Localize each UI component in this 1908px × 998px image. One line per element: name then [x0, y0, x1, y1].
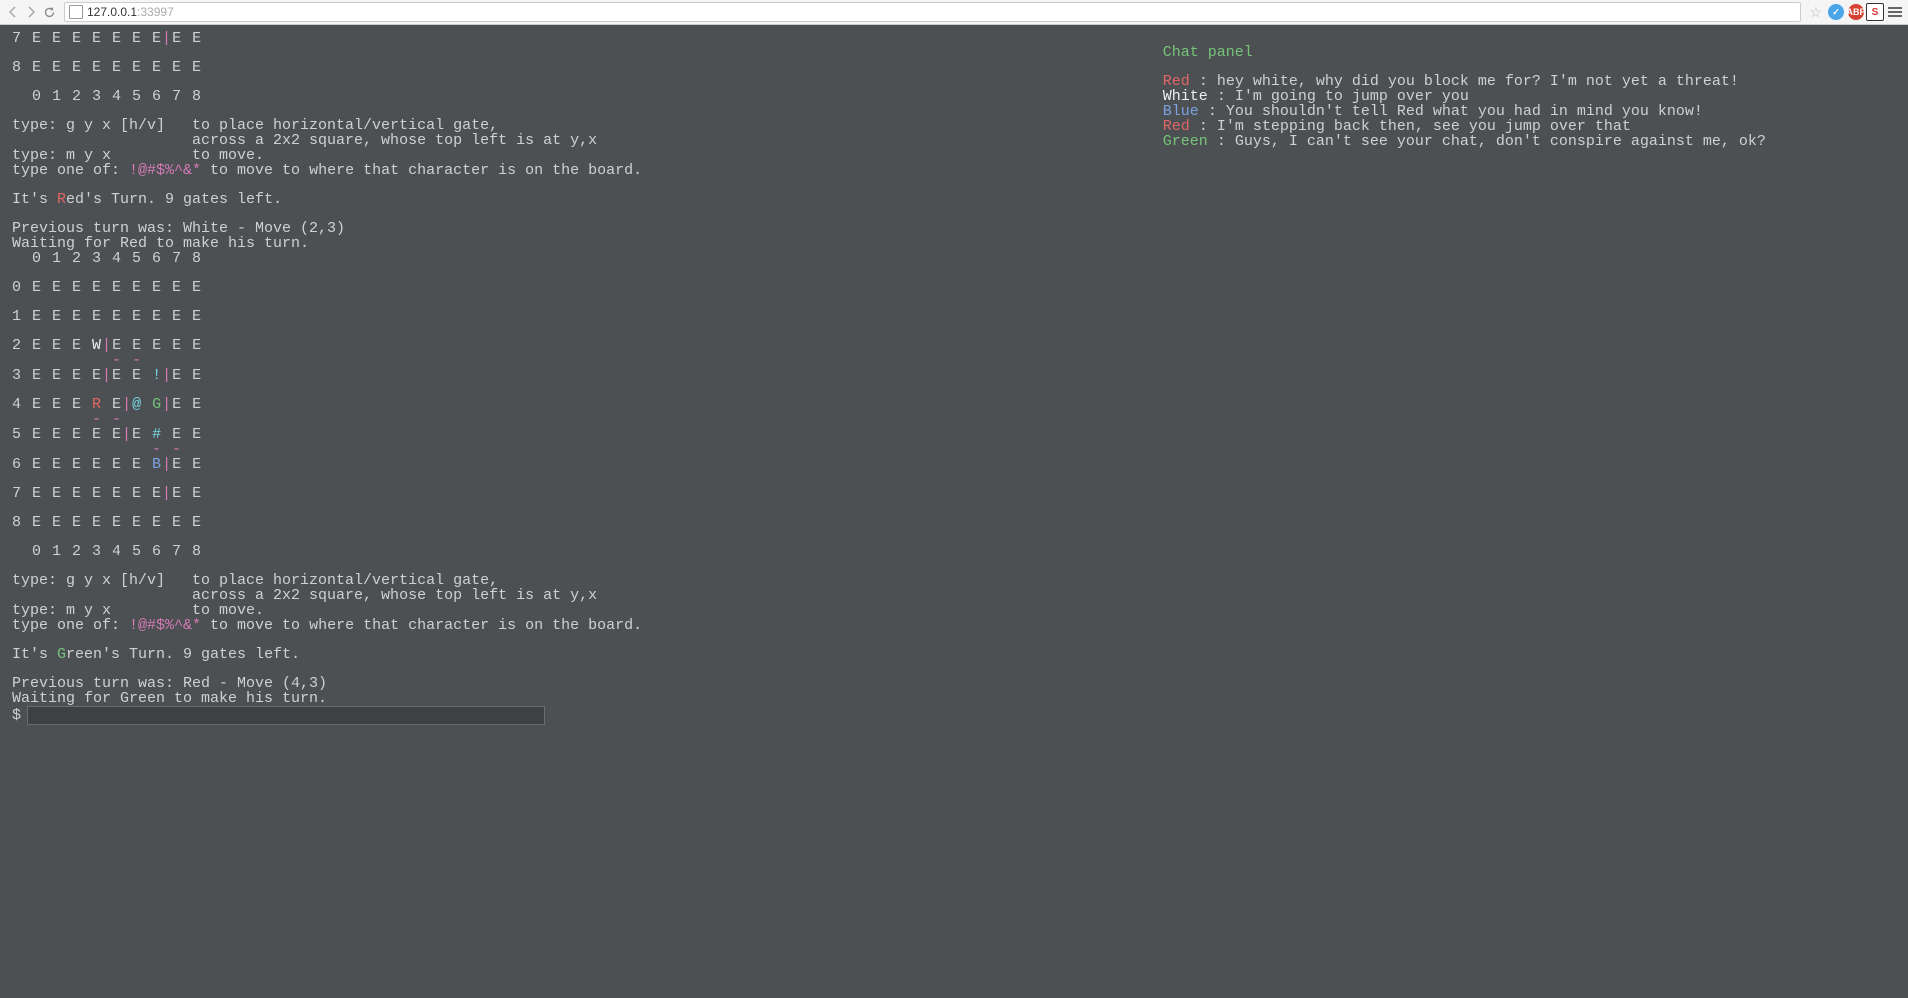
chat-line: Red : I'm stepping back then, see you ju… [1163, 119, 1898, 134]
board-row: 2 E E E W|E E E E E [12, 338, 1145, 353]
instruction-line: type: m y x to move. [12, 148, 1145, 163]
previous-turn: Previous turn was: Red - Move (4,3) [12, 676, 1145, 691]
chat-line: Green : Guys, I can't see your chat, don… [1163, 134, 1898, 149]
instruction-line: type: g y x [h/v] to place horizontal/ve… [12, 573, 1145, 588]
chat-line: Red : hey white, why did you block me fo… [1163, 74, 1898, 89]
waiting-line: Waiting for Green to make his turn. [12, 691, 1145, 706]
board-gate-horiz: - - [12, 353, 1145, 368]
board-row: 8 E E E E E E E E E [12, 515, 1145, 530]
browser-chrome: 127.0.0.1:33997 ☆ ✓ ABP S [0, 0, 1908, 25]
chat-line: Blue : You shouldn't tell Red what you h… [1163, 104, 1898, 119]
board-col-footer: 0 1 2 3 4 5 6 7 8 [12, 544, 1145, 559]
board-gate-horiz: - - [12, 442, 1145, 457]
board-col-header: 0 1 2 3 4 5 6 7 8 [12, 251, 1145, 266]
waiting-line: Waiting for Red to make his turn. [12, 236, 1145, 251]
board-row: 8 E E E E E E E E E [12, 60, 1145, 75]
reload-icon[interactable] [42, 5, 56, 19]
board-row: 5 E E E E E|E # E E [12, 427, 1145, 442]
turn-indicator: It's Green's Turn. 9 gates left. [12, 647, 1145, 662]
extension-v-icon[interactable]: ✓ [1828, 4, 1844, 20]
page-icon [69, 5, 83, 19]
extension-abp-icon[interactable]: ABP [1848, 4, 1864, 20]
board-col-footer: 0 1 2 3 4 5 6 7 8 [12, 89, 1145, 104]
url-port: :33997 [137, 5, 174, 19]
board-row: 3 E E E E|E E !|E E [12, 368, 1145, 383]
turn-indicator: It's Red's Turn. 9 gates left. [12, 192, 1145, 207]
bookmark-star-icon[interactable]: ☆ [1809, 4, 1822, 21]
instruction-line: type: g y x [h/v] to place horizontal/ve… [12, 118, 1145, 133]
game-terminal: 7 E E E E E E E|E E 8 E E E E E E E E E … [0, 25, 1145, 998]
chat-panel: Chat panel Red : hey white, why did you … [1145, 25, 1908, 998]
board-row: 4 E E E R E|@ G|E E [12, 397, 1145, 412]
url-bar[interactable]: 127.0.0.1:33997 [64, 2, 1801, 22]
instruction-line: type one of: !@#$%^&* to move to where t… [12, 618, 1145, 633]
instruction-line: across a 2x2 square, whose top left is a… [12, 133, 1145, 148]
chat-title: Chat panel [1163, 45, 1898, 60]
board-gate-horiz: - - [12, 412, 1145, 427]
board-row: 1 E E E E E E E E E [12, 309, 1145, 324]
command-prompt: $ [12, 706, 1145, 725]
board-row: 0 E E E E E E E E E [12, 280, 1145, 295]
instruction-line: type one of: !@#$%^&* to move to where t… [12, 163, 1145, 178]
chat-text: : Guys, I can't see your chat, don't con… [1208, 133, 1766, 150]
back-icon[interactable] [6, 5, 20, 19]
board-row: 7 E E E E E E E|E E [12, 31, 1145, 46]
url-host: 127.0.0.1 [87, 5, 137, 19]
menu-icon[interactable] [1888, 7, 1902, 17]
previous-turn: Previous turn was: White - Move (2,3) [12, 221, 1145, 236]
board-row: 7 E E E E E E E|E E [12, 486, 1145, 501]
chat-sender: Green [1163, 133, 1208, 150]
command-input[interactable] [27, 706, 545, 725]
extension-s-icon[interactable]: S [1866, 3, 1884, 21]
prompt-symbol: $ [12, 708, 21, 723]
chat-line: White : I'm going to jump over you [1163, 89, 1898, 104]
instruction-line: type: m y x to move. [12, 603, 1145, 618]
instruction-line: across a 2x2 square, whose top left is a… [12, 588, 1145, 603]
board-row: 6 E E E E E E B|E E [12, 457, 1145, 472]
forward-icon[interactable] [24, 5, 38, 19]
